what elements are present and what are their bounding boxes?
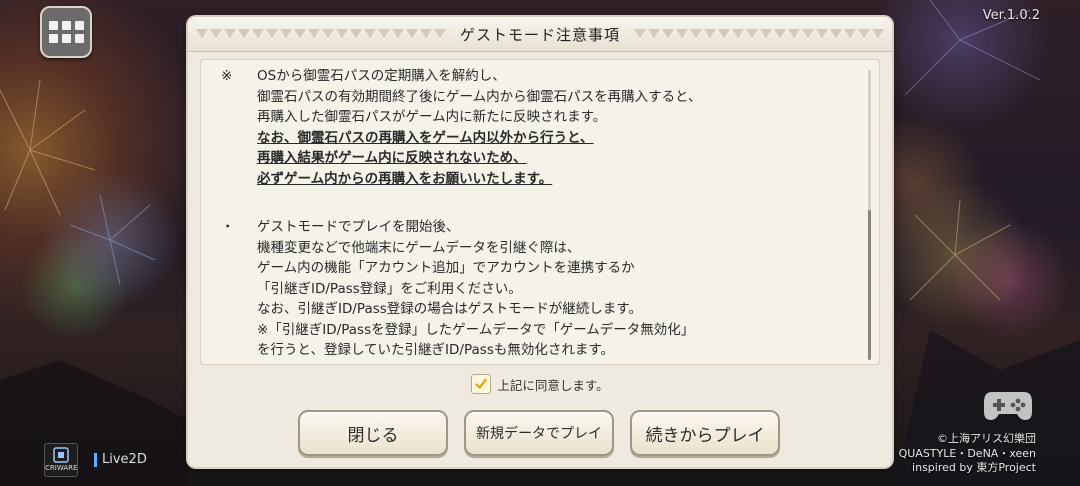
grid-menu-icon-cell	[61, 21, 71, 30]
bullet-mark: ・	[221, 219, 235, 235]
agree-label[interactable]: 上記に同意します。	[497, 375, 608, 394]
notice-line: 機種変更などで他端末にゲームデータを引継ぐ際は、	[257, 239, 581, 256]
credit-line: inspired by 東方Project	[912, 461, 1036, 474]
dialog-header: ゲストモード注意事項	[188, 17, 892, 52]
continue-play-button[interactable]: 続きからプレイ	[630, 410, 780, 456]
notice-line: OSから御霊石パスの定期購入を解約し、	[257, 68, 506, 84]
new-data-play-button[interactable]: 新規データでプレイ	[464, 410, 614, 456]
credit-line: ©上海アリス幻樂団	[937, 432, 1036, 445]
notice-line: 「引継ぎID/Pass登録」をご利用ください。	[257, 280, 522, 297]
guest-mode-notice-dialog: ゲストモード注意事項 ※ OSから御霊石パスの定期購入を解約し、 御霊石パスの有…	[188, 17, 892, 467]
notice-line: 再購入した御霊石パスがゲーム内に新たに反映されます。	[257, 109, 607, 125]
version-label: Ver.1.0.2	[982, 8, 1040, 23]
agree-row[interactable]: 上記に同意します。	[188, 374, 892, 394]
grid-menu-icon-cell	[74, 34, 84, 43]
scrollbar[interactable]	[868, 70, 871, 360]
criware-logo-text: CRIWARE	[45, 464, 78, 472]
grid-menu-icon-cell	[61, 34, 71, 43]
grid-menu-icon-cell	[74, 21, 84, 30]
scrollbar-thumb[interactable]	[868, 210, 871, 360]
agree-checkbox[interactable]	[471, 374, 492, 394]
notice-line: 御霊石パスの有効期間終了後にゲーム内から御霊石パスを再購入すると、	[257, 88, 702, 105]
notice-scroll-area[interactable]: ※ OSから御霊石パスの定期購入を解約し、 御霊石パスの有効期間終了後にゲーム内…	[200, 59, 880, 365]
notice-transfer: ・ ゲストモードでプレイを開始後、 機種変更などで他端末にゲームデータを引継ぐ際…	[221, 217, 855, 361]
notice-emphasis-line: なお、御霊石パスの再購入をゲーム内以外から行うと、	[257, 129, 594, 146]
notice-emphasis-line: 再購入結果がゲーム内に反映されないため、	[257, 150, 527, 166]
credit-line: QUASTYLE・DeNA・xeen	[898, 446, 1036, 460]
copyright-credits: ©上海アリス幻樂団 QUASTYLE・DeNA・xeen inspired by…	[899, 432, 1036, 476]
grid-menu-icon-cell	[48, 34, 58, 43]
notice-line: を行うと、登録していた引継ぎID/Passも無効化されます。	[257, 342, 615, 358]
grid-menu-icon	[48, 21, 58, 30]
notice-emphasis-line: 必ずゲーム内からの再購入をお願いいたします。	[257, 170, 553, 187]
criware-logo: CRIWARE	[44, 443, 78, 477]
notice-line: ※「引継ぎID/Passを登録」したゲームデータで「ゲームデータ無効化」	[257, 321, 695, 338]
note-mark: ※	[221, 68, 233, 84]
header-decoration-right	[634, 29, 884, 39]
close-button[interactable]: 閉じる	[298, 410, 448, 456]
live2d-logo: Live2D	[94, 452, 147, 467]
notice-purchase: ※ OSから御霊石パスの定期購入を解約し、 御霊石パスの有効期間終了後にゲーム内…	[221, 66, 855, 189]
checkmark-icon	[475, 378, 487, 389]
notice-line: なお、引継ぎID/Pass登録の場合はゲストモードが継続します。	[257, 301, 642, 317]
notice-line: ゲーム内の機能「アカウント追加」でアカウントを連携するか	[257, 260, 635, 276]
grid-menu-button[interactable]	[40, 6, 92, 58]
gamepad-icon[interactable]	[982, 384, 1034, 424]
live2d-mark-icon	[94, 452, 97, 467]
notice-line: ゲストモードでプレイを開始後、	[257, 219, 460, 235]
criware-mark-icon	[53, 447, 69, 463]
live2d-logo-text: Live2D	[102, 452, 147, 467]
